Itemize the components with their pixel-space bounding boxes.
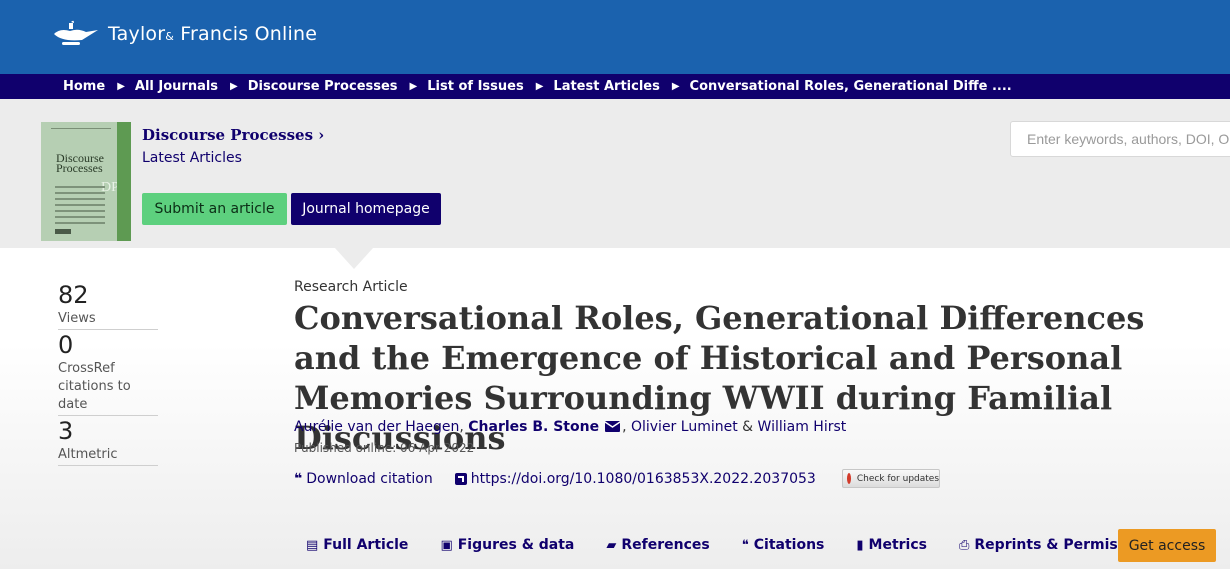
- tandf-logo-link[interactable]: Taylor& Francis Online: [52, 20, 317, 48]
- journal-title-link[interactable]: Discourse Processes ›: [142, 126, 324, 144]
- article-type: Research Article: [294, 279, 408, 295]
- brand-name: Taylor& Francis Online: [108, 23, 318, 45]
- metric-crossref[interactable]: 0 CrossRef citations to date: [58, 330, 158, 416]
- tab-citations[interactable]: ❝ Citations: [742, 529, 825, 561]
- tab-full-article[interactable]: ▤ Full Article: [306, 529, 408, 561]
- breadcrumb-separator-icon: ▶: [117, 81, 125, 92]
- metric-views[interactable]: 82 Views: [58, 280, 158, 330]
- submit-article-button[interactable]: Submit an article: [142, 193, 287, 225]
- download-citation-link[interactable]: ❝ Download citation: [294, 471, 433, 487]
- journal-homepage-button[interactable]: Journal homepage: [291, 193, 441, 225]
- published-date: Published online: 06 Apr 2022: [294, 441, 475, 455]
- check-for-updates-button[interactable]: Check for updates: [841, 469, 940, 488]
- article-tabs: ▤ Full Article ▣ Figures & data ▰ Reference…: [306, 529, 1191, 561]
- journal-banner: Discourse Processes DP Discourse Processe…: [0, 99, 1230, 248]
- breadcrumb-journal[interactable]: Discourse Processes: [248, 79, 398, 94]
- book-icon: ▰: [606, 537, 617, 553]
- external-link-icon: [454, 472, 467, 485]
- author-link[interactable]: Olivier Luminet: [631, 419, 738, 435]
- crossmark-icon: [846, 473, 851, 484]
- tab-metrics[interactable]: ▮ Metrics: [856, 529, 927, 561]
- tab-figures-data[interactable]: ▣ Figures & data: [440, 529, 574, 561]
- journal-subtitle: Latest Articles: [142, 150, 242, 166]
- cover-title: Discourse Processes: [56, 151, 104, 175]
- envelope-icon[interactable]: [605, 421, 621, 432]
- image-icon: ▣: [440, 537, 453, 553]
- metric-altmetric[interactable]: 3 Altmetric: [58, 416, 158, 466]
- breadcrumb: Home ▶ All Journals ▶ Discourse Processe…: [0, 74, 1230, 99]
- author-link[interactable]: Aurélie van der Haegen: [294, 419, 459, 435]
- print-icon: ⎙: [959, 537, 970, 553]
- breadcrumb-home[interactable]: Home: [63, 79, 105, 94]
- doi-link[interactable]: https://doi.org/10.1080/0163853X.2022.20…: [454, 471, 816, 487]
- banner-pointer: [335, 248, 373, 269]
- breadcrumb-separator-icon: ▶: [535, 81, 544, 92]
- author-link[interactable]: Charles B. Stone: [468, 419, 599, 435]
- author-link[interactable]: William Hirst: [758, 419, 847, 435]
- quote-icon: ❝: [294, 470, 303, 487]
- breadcrumb-separator-icon: ▶: [409, 81, 418, 92]
- get-access-button[interactable]: Get access: [1118, 529, 1216, 562]
- breadcrumb-list-of-issues[interactable]: List of Issues: [427, 79, 523, 94]
- quote-icon: ❝: [741, 537, 749, 553]
- article-metrics: 82 Views 0 CrossRef citations to date 3 …: [58, 280, 158, 466]
- search-input[interactable]: [1010, 121, 1230, 157]
- breadcrumb-separator-icon: ▶: [671, 81, 680, 92]
- breadcrumb-current-article[interactable]: Conversational Roles, Generational Diffe…: [690, 79, 1012, 94]
- article-actions: ❝ Download citation https://doi.org/10.10…: [294, 469, 940, 488]
- bar-chart-icon: ▮: [856, 537, 864, 553]
- breadcrumb-all-journals[interactable]: All Journals: [135, 79, 218, 94]
- chevron-right-icon: ›: [318, 126, 325, 144]
- breadcrumb-separator-icon: ▶: [230, 81, 238, 92]
- author-list: Aurélie van der Haegen, Charles B. Stone…: [294, 419, 847, 435]
- document-icon: ▤: [306, 537, 319, 553]
- journal-cover-image[interactable]: Discourse Processes DP: [41, 122, 131, 241]
- tab-references[interactable]: ▰ References: [606, 529, 709, 561]
- site-header: Taylor& Francis Online: [0, 0, 1230, 74]
- lamp-logo-icon: [54, 20, 98, 45]
- breadcrumb-latest-articles[interactable]: Latest Articles: [553, 79, 659, 94]
